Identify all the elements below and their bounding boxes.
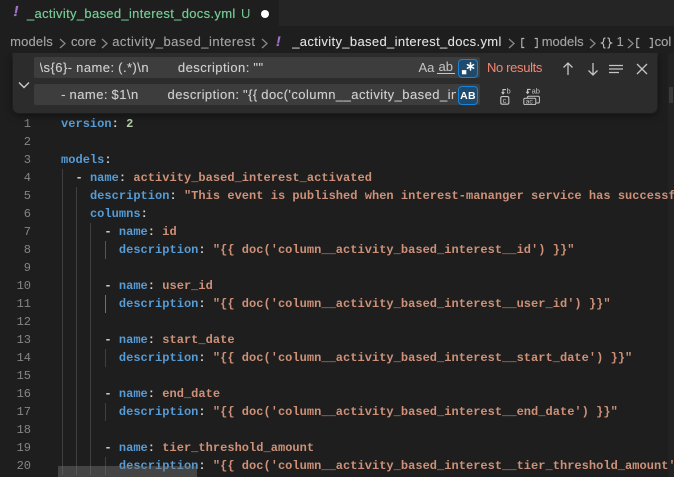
svg-text:ac: ac xyxy=(526,99,534,105)
svg-text:ab: ab xyxy=(532,87,540,95)
svg-text:b: b xyxy=(507,87,511,96)
svg-text:c: c xyxy=(503,96,507,105)
